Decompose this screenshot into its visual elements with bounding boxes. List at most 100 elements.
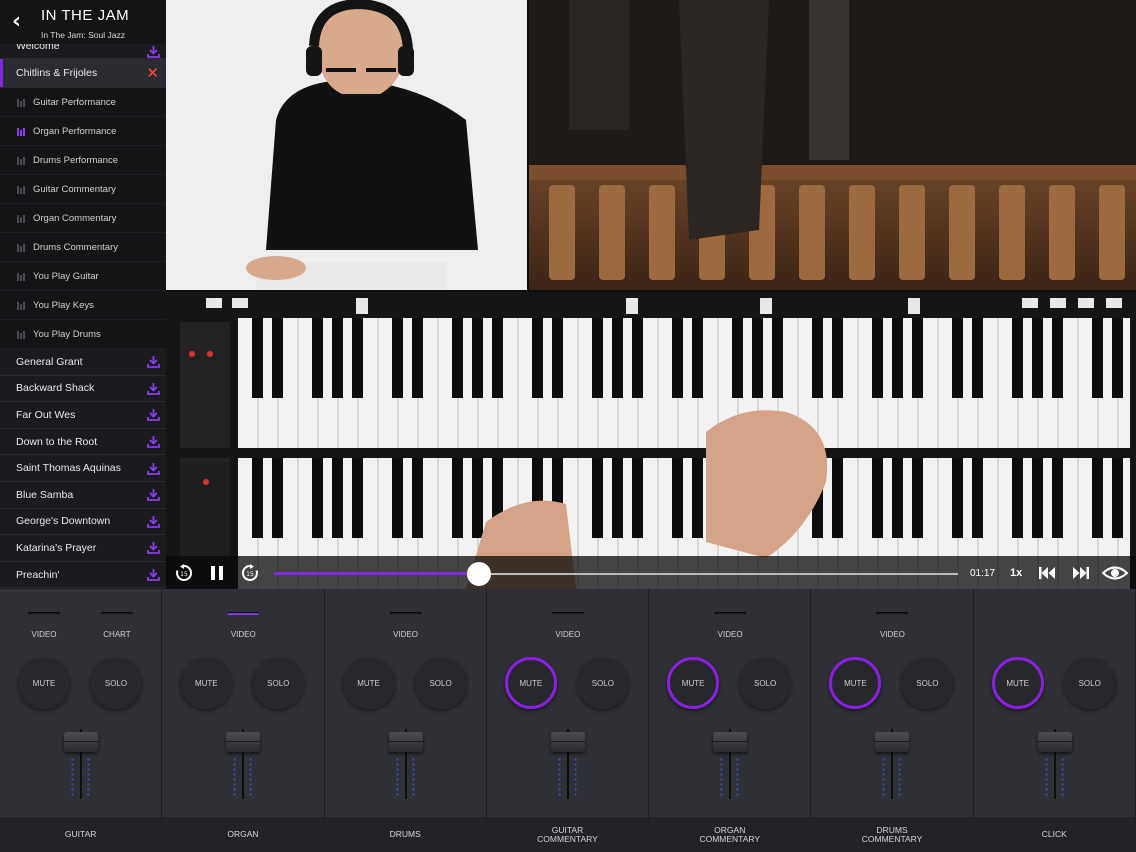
toggle-label: VIDEO	[31, 630, 57, 639]
video-toggle[interactable]: VIDEO	[21, 609, 67, 639]
fader-handle[interactable]	[64, 732, 98, 752]
song-row[interactable]: Katarina's Prayer	[0, 535, 166, 562]
download-icon[interactable]	[147, 541, 160, 555]
fader-handle[interactable]	[388, 732, 423, 752]
mixer-channel: VIDEO CHART MUTE SOLO GUITAR	[0, 589, 163, 852]
part-row[interactable]: Guitar Performance	[0, 88, 166, 117]
channel-label-bar: ORGAN COMMENTARY	[649, 817, 811, 852]
forward-15-icon[interactable]: 15	[241, 564, 259, 582]
mute-button[interactable]: MUTE	[18, 657, 70, 709]
download-icon[interactable]	[147, 435, 160, 448]
channel-name: GUITAR COMMENTARY	[537, 824, 598, 844]
song-row[interactable]: Chitlins & Frijoles ✕	[0, 59, 166, 88]
toggle-indicator	[714, 612, 747, 615]
toggle-indicator	[389, 612, 422, 615]
back-chevron-icon[interactable]: ‹	[12, 9, 30, 35]
volume-fader[interactable]	[710, 727, 750, 802]
download-icon[interactable]	[147, 382, 160, 395]
solo-button[interactable]: SOLO	[252, 657, 305, 709]
video-toggle[interactable]: VIDEO	[869, 609, 915, 639]
previous-section-icon[interactable]	[1038, 564, 1056, 582]
song-row[interactable]: George's Downtown	[0, 509, 166, 536]
speed-button[interactable]: 1x	[1010, 567, 1022, 579]
part-title: Guitar Commentary	[33, 183, 116, 195]
mute-button[interactable]: MUTE	[829, 657, 882, 709]
video-toggle[interactable]: VIDEO	[220, 609, 266, 639]
fader-handle[interactable]	[713, 732, 748, 752]
part-row[interactable]: Drums Performance	[0, 146, 166, 175]
mixer-panel: VIDEO CHART MUTE SOLO GUITAR VIDEO MUTE SOLO ORG…	[0, 589, 1136, 852]
video-toggle[interactable]: VIDEO	[383, 609, 429, 639]
fader-handle[interactable]	[550, 732, 585, 752]
toggle-indicator	[101, 612, 133, 615]
fader-handle[interactable]	[226, 732, 261, 752]
solo-button[interactable]: SOLO	[90, 657, 142, 709]
mute-button[interactable]: MUTE	[342, 657, 395, 709]
volume-fader[interactable]	[548, 727, 588, 802]
channel-name: CLICK	[1041, 829, 1067, 839]
mute-button[interactable]: MUTE	[504, 657, 557, 709]
solo-button[interactable]: SOLO	[1063, 657, 1116, 709]
audio-bars-icon	[17, 273, 26, 281]
download-icon[interactable]	[147, 488, 160, 502]
song-title: Down to the Root	[16, 435, 98, 448]
eye-icon[interactable]	[1102, 564, 1128, 582]
part-row[interactable]: Guitar Commentary	[0, 175, 166, 204]
video-player[interactable]	[166, 0, 1136, 589]
fader-handle[interactable]	[1037, 732, 1072, 752]
part-row[interactable]: You Play Keys	[0, 291, 166, 320]
video-toggle[interactable]: VIDEO	[707, 609, 753, 639]
part-row[interactable]: You Play Drums	[0, 320, 166, 349]
song-row[interactable]: Far Out Wes	[0, 402, 166, 429]
download-icon[interactable]	[147, 408, 160, 422]
part-row[interactable]: Drums Commentary	[0, 233, 166, 262]
video-frame-pedals	[529, 0, 1136, 290]
download-icon[interactable]	[147, 568, 160, 581]
song-row[interactable]: Preachin'	[0, 562, 166, 589]
song-row[interactable]: Blue Samba	[0, 482, 166, 509]
volume-fader[interactable]	[1035, 727, 1075, 802]
song-row[interactable]: General Grant	[0, 349, 166, 376]
rewind-15-icon[interactable]: 15	[175, 564, 193, 582]
channel-name: ORGAN COMMENTARY	[699, 824, 761, 844]
volume-fader[interactable]	[223, 727, 263, 802]
solo-button[interactable]: SOLO	[739, 657, 792, 709]
audio-bars-icon	[17, 331, 26, 339]
video-toggle[interactable]: VIDEO	[545, 609, 591, 639]
song-title: Katarina's Prayer	[16, 541, 97, 554]
toggle-indicator	[28, 612, 60, 615]
elapsed-time: 01:17	[970, 568, 996, 579]
song-row[interactable]: Down to the Root	[0, 429, 166, 456]
volume-fader[interactable]	[61, 727, 101, 802]
song-row[interactable]: Welcome	[0, 40, 166, 59]
fader-handle[interactable]	[875, 732, 910, 752]
download-icon[interactable]	[147, 515, 160, 528]
video-frame-organist	[166, 0, 527, 290]
volume-fader[interactable]	[872, 727, 912, 802]
close-icon[interactable]: ✕	[146, 66, 159, 81]
mixer-channel: VIDEO MUTE SOLO ORGAN COMMENTARY	[649, 589, 812, 852]
part-row[interactable]: You Play Guitar	[0, 262, 166, 291]
song-sidebar: Welcome Chitlins & Frijoles ✕ Guitar Perfor…	[0, 0, 166, 589]
solo-button[interactable]: SOLO	[414, 657, 467, 709]
channel-label-bar: CLICK	[973, 817, 1135, 852]
part-row[interactable]: Organ Performance	[0, 117, 166, 146]
mute-button[interactable]: MUTE	[991, 657, 1044, 709]
video-toggle[interactable]: CHART	[94, 609, 140, 639]
next-section-icon[interactable]	[1072, 564, 1090, 582]
channel-label-bar: GUITAR	[0, 817, 162, 852]
pause-icon[interactable]	[208, 564, 226, 582]
solo-button[interactable]: SOLO	[576, 657, 629, 709]
progress-thumb[interactable]	[467, 562, 492, 586]
channel-label-bar: ORGAN	[162, 817, 324, 852]
song-row[interactable]: Saint Thomas Aquinas	[0, 455, 166, 482]
song-row[interactable]: Backward Shack	[0, 376, 166, 403]
solo-button[interactable]: SOLO	[901, 657, 954, 709]
download-icon[interactable]	[147, 355, 160, 369]
mute-button[interactable]: MUTE	[180, 657, 233, 709]
mute-button[interactable]: MUTE	[667, 657, 720, 709]
part-row[interactable]: Organ Commentary	[0, 204, 166, 233]
volume-fader[interactable]	[386, 727, 426, 802]
download-icon[interactable]	[147, 462, 160, 475]
download-icon[interactable]	[147, 45, 160, 58]
